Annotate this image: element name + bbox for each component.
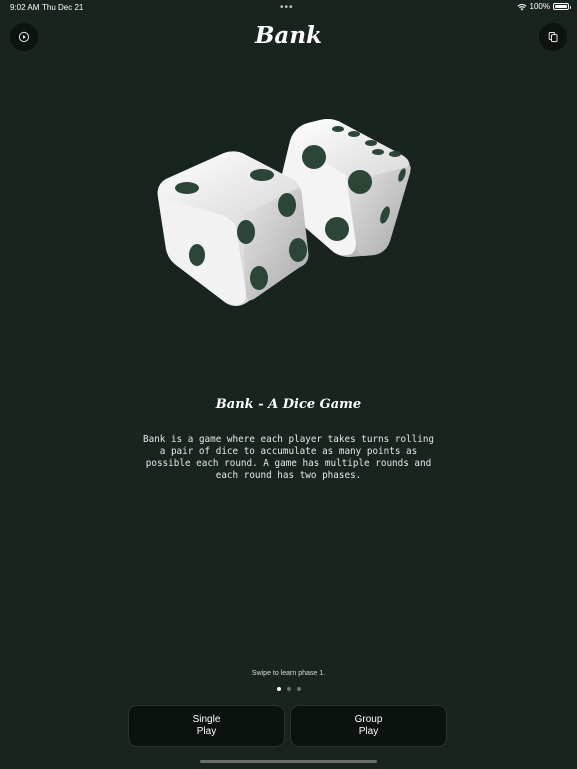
single-play-button[interactable]: Single Play: [128, 705, 285, 747]
page-dot[interactable]: [296, 687, 301, 691]
description-line: Bank is a game where each player takes t…: [142, 434, 435, 445]
description-line: each round has two phases.: [215, 470, 362, 481]
page-indicator[interactable]: [0, 687, 577, 691]
swipe-hint: Swipe to learn phase 1.: [251, 670, 326, 677]
status-date: Thu Dec 21: [42, 3, 84, 12]
description-line: a pair of dice to accumulate as many poi…: [159, 446, 418, 457]
single-play-label-line2: Play: [196, 726, 217, 737]
page-heading: Bank - A Dice Game: [215, 397, 362, 412]
copy-button[interactable]: [539, 23, 567, 51]
page-description: Bank is a game where each player takes t…: [138, 434, 439, 482]
dice-icon: [157, 119, 411, 306]
single-play-label-line1: Single: [192, 714, 221, 725]
multitask-dots[interactable]: •••: [280, 2, 294, 13]
group-play-label-line1: Group: [354, 714, 383, 725]
group-play-button[interactable]: Group Play: [290, 705, 447, 747]
page-dot[interactable]: [286, 687, 291, 691]
app-title: Bank: [254, 22, 322, 49]
status-indicators: 100%: [517, 2, 571, 11]
status-time: 9:02 AM: [10, 3, 40, 12]
wifi-icon: [517, 3, 527, 10]
description-line: possible each round. A game has multiple…: [145, 458, 432, 469]
home-indicator[interactable]: [200, 760, 377, 763]
battery-fill: [555, 5, 567, 8]
status-bar: 9:02 AM Thu Dec 21 ••• 100%: [0, 0, 577, 16]
battery-percent: 100%: [529, 2, 550, 11]
page-dot[interactable]: [276, 687, 281, 691]
group-play-label-line2: Play: [358, 726, 379, 737]
battery-icon: [553, 3, 571, 10]
copy-icon: [548, 32, 558, 43]
